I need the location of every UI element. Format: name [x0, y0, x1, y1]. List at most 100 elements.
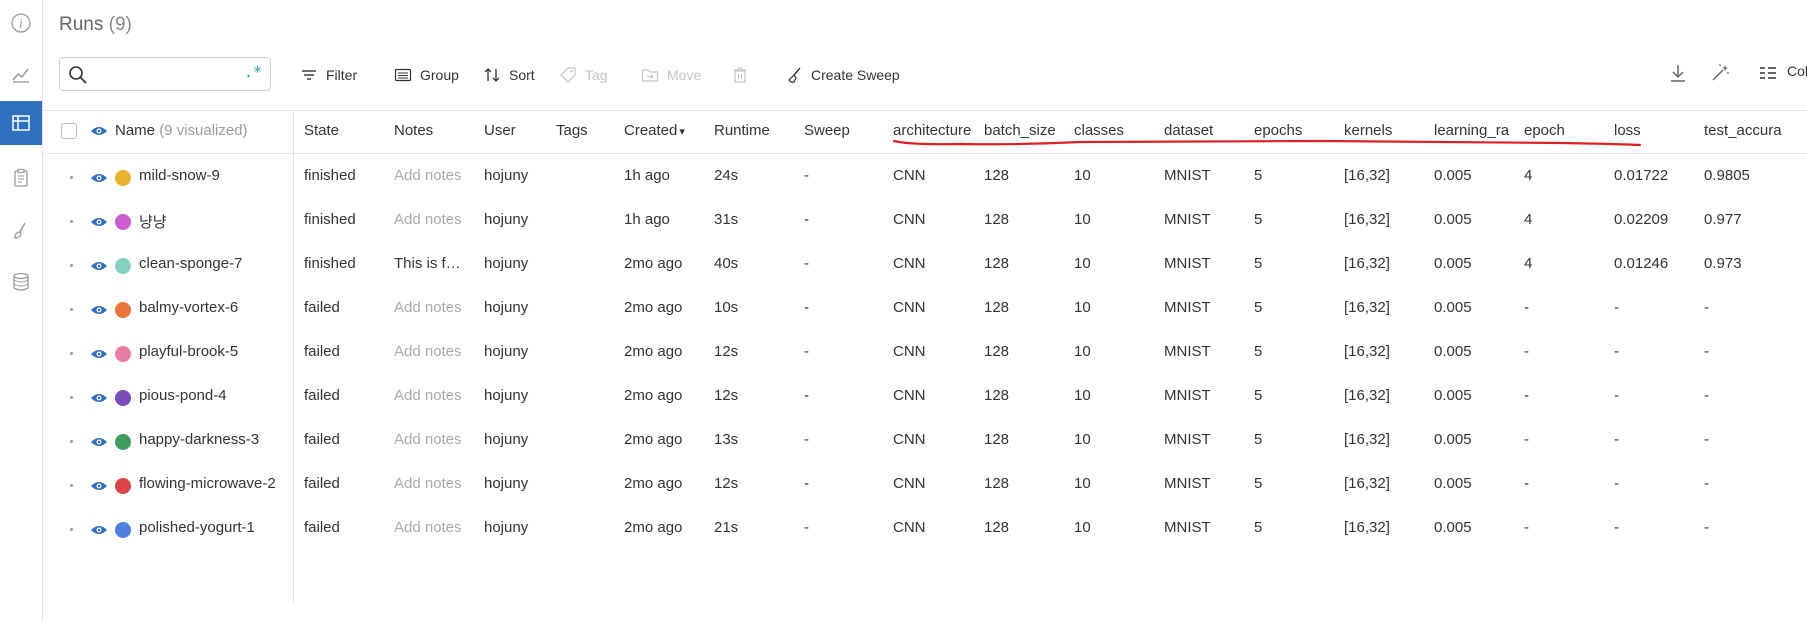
table-icon[interactable]: [0, 101, 42, 145]
column-header-created[interactable]: Created ▾: [624, 122, 704, 139]
eye-icon[interactable]: [90, 304, 108, 316]
table-row[interactable]: happy-darkness-3 failed Add notes hojuny 2mo…: [42, 420, 1807, 464]
column-header-classes[interactable]: classes: [1074, 122, 1154, 139]
column-header-state[interactable]: State: [304, 122, 384, 139]
table-row[interactable]: clean-sponge-7 finished This is f… hojuny 2m…: [42, 244, 1807, 288]
visualized-count: (9 visualized): [159, 122, 248, 139]
column-header-label: Created: [624, 122, 678, 139]
row-handle[interactable]: [70, 528, 73, 531]
run-color-dot[interactable]: [115, 346, 131, 362]
filter-button[interactable]: Filter: [300, 64, 357, 86]
row-handle[interactable]: [70, 220, 73, 223]
eye-icon[interactable]: [90, 260, 108, 272]
run-name[interactable]: polished-yogurt-1: [139, 519, 291, 536]
eye-icon[interactable]: [90, 216, 108, 228]
row-handle[interactable]: [70, 440, 73, 443]
run-color-dot[interactable]: [115, 302, 131, 318]
sort-button[interactable]: Sort: [483, 64, 535, 86]
cell-notes[interactable]: Add notes: [394, 343, 470, 360]
regex-toggle[interactable]: .*: [244, 63, 262, 81]
run-name[interactable]: 냥냥: [139, 211, 291, 232]
name-column-header[interactable]: Name (9 visualized): [115, 122, 248, 139]
magic-wand-icon[interactable]: [1709, 62, 1731, 84]
row-handle[interactable]: [70, 396, 73, 399]
table-row[interactable]: polished-yogurt-1 failed Add notes hojuny 2m…: [42, 508, 1807, 552]
run-color-dot[interactable]: [115, 478, 131, 494]
run-color-dot[interactable]: [115, 170, 131, 186]
run-color-dot[interactable]: [115, 258, 131, 274]
move-button[interactable]: Move: [641, 64, 701, 86]
column-header-architecture[interactable]: architecture: [893, 122, 981, 139]
run-name[interactable]: flowing-microwave-2: [139, 475, 291, 492]
move-label: Move: [667, 67, 702, 83]
column-header-test-accura[interactable]: test_accura: [1704, 122, 1799, 139]
select-all-checkbox[interactable]: [61, 123, 77, 139]
row-handle[interactable]: [70, 176, 73, 179]
cell-user: hojuny: [484, 299, 529, 316]
columns-icon[interactable]: [1757, 62, 1779, 84]
eye-icon[interactable]: [90, 392, 108, 404]
create-sweep-button[interactable]: Create Sweep: [785, 64, 900, 86]
column-header-learning-ra[interactable]: learning_ra: [1434, 122, 1512, 139]
table-row[interactable]: pious-pond-4 failed Add notes hojuny 2mo ago…: [42, 376, 1807, 420]
column-header-epochs[interactable]: epochs: [1254, 122, 1334, 139]
run-color-dot[interactable]: [115, 522, 131, 538]
eye-icon[interactable]: [90, 436, 108, 448]
table-row[interactable]: mild-snow-9 finished Add notes hojuny 1h ago…: [42, 156, 1807, 200]
column-header-loss[interactable]: loss: [1614, 122, 1694, 139]
run-color-dot[interactable]: [115, 434, 131, 450]
table-row[interactable]: balmy-vortex-6 failed Add notes hojuny 2mo a…: [42, 288, 1807, 332]
download-icon[interactable]: [1667, 62, 1689, 84]
column-header-runtime[interactable]: Runtime: [714, 122, 794, 139]
column-header-label: User: [484, 122, 516, 139]
column-header-sweep[interactable]: Sweep: [804, 122, 884, 139]
eye-icon[interactable]: [90, 480, 108, 492]
run-name[interactable]: happy-darkness-3: [139, 431, 291, 448]
table-row[interactable]: 냥냥 finished Add notes hojuny 1h ago 31s - CNN 12…: [42, 200, 1807, 244]
columns-button-label[interactable]: Col: [1787, 63, 1807, 79]
run-name[interactable]: clean-sponge-7: [139, 255, 291, 272]
chart-line-icon[interactable]: [0, 52, 42, 96]
tag-button[interactable]: Tag: [559, 64, 608, 86]
run-color-dot[interactable]: [115, 390, 131, 406]
column-header-tags[interactable]: Tags: [556, 122, 616, 139]
run-name[interactable]: mild-snow-9: [139, 167, 291, 184]
cell-notes[interactable]: Add notes: [394, 211, 470, 228]
run-name[interactable]: playful-brook-5: [139, 343, 291, 360]
row-handle[interactable]: [70, 308, 73, 311]
cell-notes[interactable]: Add notes: [394, 431, 470, 448]
eye-icon[interactable]: [90, 524, 108, 536]
clipboard-icon[interactable]: [0, 156, 42, 200]
column-header-dataset[interactable]: dataset: [1164, 122, 1244, 139]
column-header-batch-size[interactable]: batch_size: [984, 122, 1066, 139]
info-icon[interactable]: i: [0, 1, 42, 45]
cell-notes[interactable]: Add notes: [394, 475, 470, 492]
row-handle[interactable]: [70, 352, 73, 355]
cell-notes[interactable]: Add notes: [394, 519, 470, 536]
search-input[interactable]: [96, 63, 250, 87]
table-row[interactable]: flowing-microwave-2 failed Add notes hojuny…: [42, 464, 1807, 508]
group-button[interactable]: Group: [394, 64, 459, 86]
column-header-user[interactable]: User: [484, 122, 544, 139]
run-name[interactable]: pious-pond-4: [139, 387, 291, 404]
cell-dataset: MNIST: [1164, 255, 1211, 272]
column-header-kernels[interactable]: kernels: [1344, 122, 1424, 139]
run-color-dot[interactable]: [115, 214, 131, 230]
run-name[interactable]: balmy-vortex-6: [139, 299, 291, 316]
eye-icon[interactable]: [90, 172, 108, 184]
row-handle[interactable]: [70, 264, 73, 267]
search-box[interactable]: .*: [59, 57, 271, 91]
eye-icon[interactable]: [90, 348, 108, 360]
column-header-notes[interactable]: Notes: [394, 122, 474, 139]
cell-notes[interactable]: This is f…: [394, 255, 470, 272]
delete-button[interactable]: [731, 64, 749, 86]
brush-icon[interactable]: [0, 209, 42, 253]
row-handle[interactable]: [70, 484, 73, 487]
table-row[interactable]: playful-brook-5 failed Add notes hojuny 2mo …: [42, 332, 1807, 376]
cell-notes[interactable]: Add notes: [394, 299, 470, 316]
cell-notes[interactable]: Add notes: [394, 387, 470, 404]
column-header-epoch[interactable]: epoch: [1524, 122, 1604, 139]
database-icon[interactable]: [0, 260, 42, 304]
eye-icon[interactable]: [90, 125, 108, 137]
cell-notes[interactable]: Add notes: [394, 167, 470, 184]
